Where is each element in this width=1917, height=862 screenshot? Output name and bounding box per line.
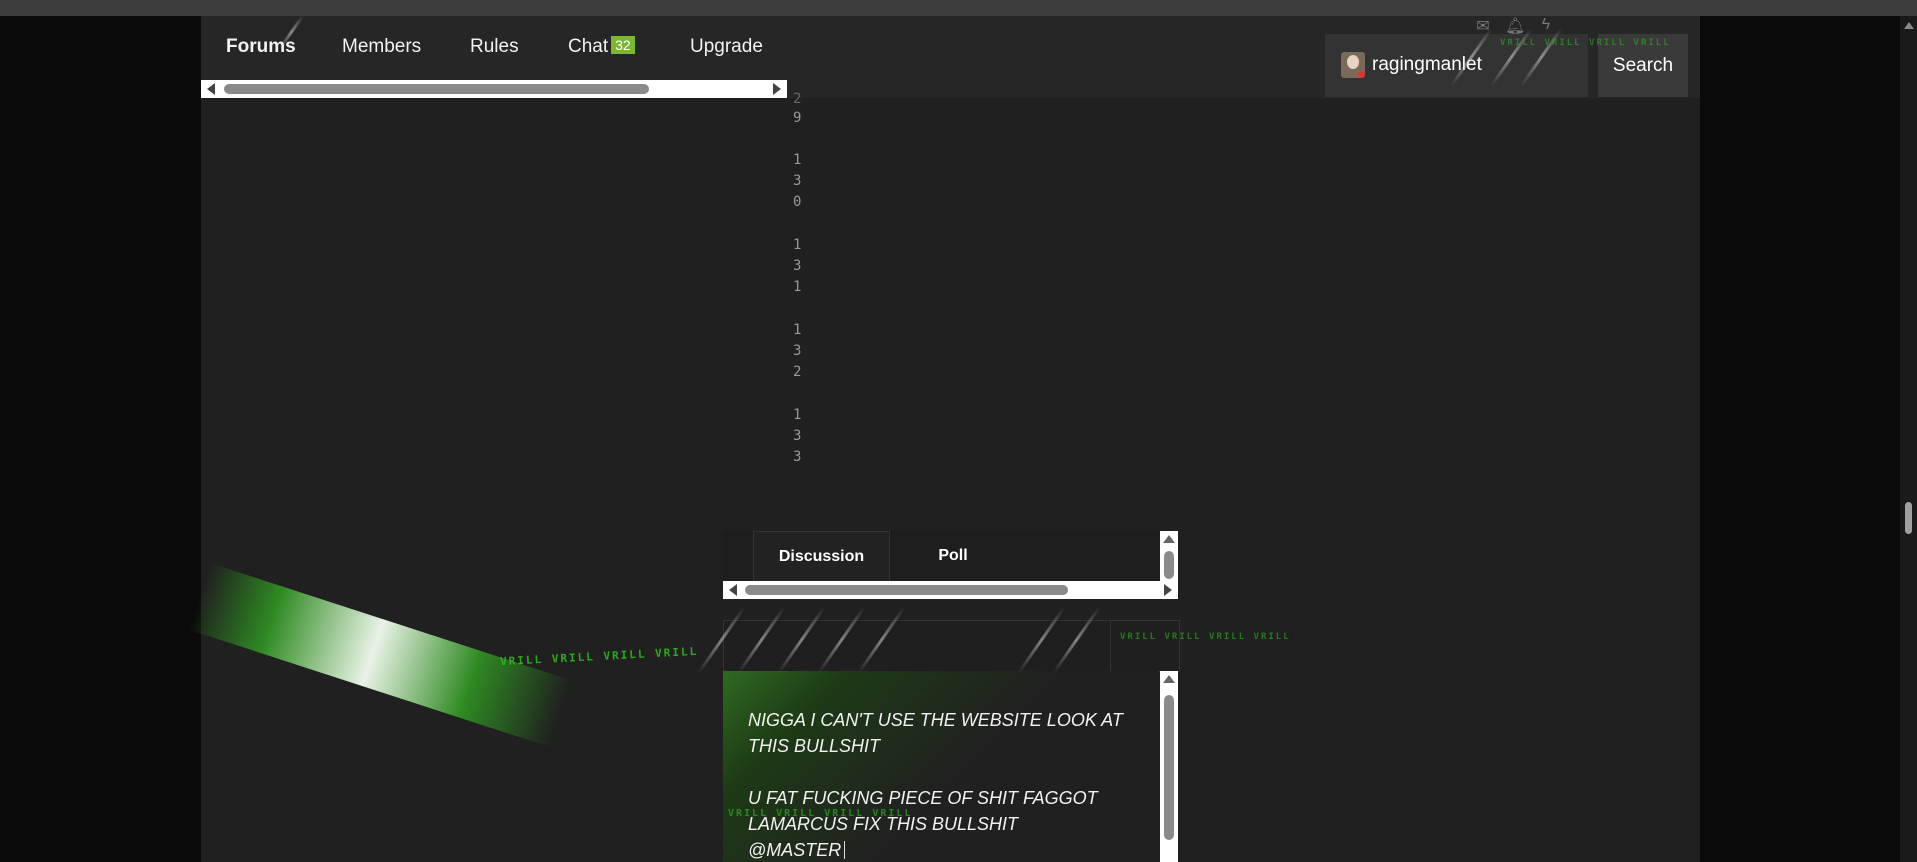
tabs-horizontal-scrollbar[interactable] xyxy=(723,581,1178,599)
editor-vertical-scrollbar[interactable] xyxy=(1160,671,1178,862)
tab-discussion[interactable]: Discussion xyxy=(753,531,890,582)
scroll-up-arrow-icon[interactable] xyxy=(1163,675,1175,683)
scroll-right-arrow-icon[interactable] xyxy=(773,83,781,95)
nav-upgrade[interactable]: Upgrade xyxy=(690,36,763,58)
line-number: 1 3 2 xyxy=(793,322,802,380)
nav-rules[interactable]: Rules xyxy=(470,36,519,58)
avatar xyxy=(1341,52,1365,78)
scroll-thumb[interactable] xyxy=(1905,502,1912,534)
tab-poll[interactable]: Poll xyxy=(903,531,1003,581)
vrill-decor-text: VRILL VRILL VRILL VRILL xyxy=(1500,38,1671,48)
scroll-up-arrow-icon[interactable] xyxy=(1163,535,1175,543)
chat-count-badge: 32 xyxy=(611,36,635,54)
nav-members[interactable]: Members xyxy=(342,36,421,58)
scroll-thumb[interactable] xyxy=(745,585,1068,595)
scroll-right-arrow-icon[interactable] xyxy=(1164,584,1172,596)
editor-toolbar xyxy=(723,620,1180,672)
editor-paragraph: NIGGA I CAN'T USE THE WEBSITE LOOK AT TH… xyxy=(748,710,1123,756)
scroll-left-arrow-icon[interactable] xyxy=(729,584,737,596)
line-number: 9 xyxy=(793,110,802,126)
line-number: 1 3 1 xyxy=(793,237,802,295)
tabs-vertical-scrollbar[interactable] xyxy=(1160,531,1178,581)
line-number: 1 3 3 xyxy=(793,407,802,465)
editor-toolbar-segment[interactable] xyxy=(1110,621,1179,671)
vrill-decor-text: VRILL VRILL VRILL VRILL xyxy=(1120,632,1291,642)
left-gutter xyxy=(0,16,201,862)
vrill-decor-text: VRILL VRILL VRILL VRILL xyxy=(728,808,913,819)
lightning-icon[interactable]: ϟ xyxy=(1537,16,1555,34)
page-vertical-scrollbar[interactable] xyxy=(1900,16,1917,862)
browser-top-strip xyxy=(0,0,1917,16)
scroll-thumb[interactable] xyxy=(1164,551,1174,579)
scroll-thumb[interactable] xyxy=(1164,695,1174,840)
scroll-up-arrow-icon[interactable] xyxy=(1904,22,1914,29)
nav-chat-label: Chat xyxy=(568,36,609,57)
line-number: 1 3 0 xyxy=(793,152,802,210)
text-cursor xyxy=(844,841,846,859)
scroll-left-arrow-icon[interactable] xyxy=(207,83,215,95)
bell-icon[interactable]: 🔔︎ xyxy=(1505,16,1525,35)
scroll-thumb[interactable] xyxy=(224,84,649,94)
editor-content[interactable]: NIGGA I CAN'T USE THE WEBSITE LOOK AT TH… xyxy=(748,707,1138,862)
nav-horizontal-scrollbar[interactable] xyxy=(201,80,787,98)
line-number-partial: 2 xyxy=(793,91,802,107)
thread-tabs: Discussion Poll xyxy=(723,531,1178,582)
nav-chat[interactable]: Chat 32 xyxy=(568,36,635,58)
message-editor[interactable]: NIGGA I CAN'T USE THE WEBSITE LOOK AT TH… xyxy=(723,671,1158,862)
right-gutter xyxy=(1700,16,1900,862)
editor-mention: @MASTER xyxy=(748,840,842,860)
